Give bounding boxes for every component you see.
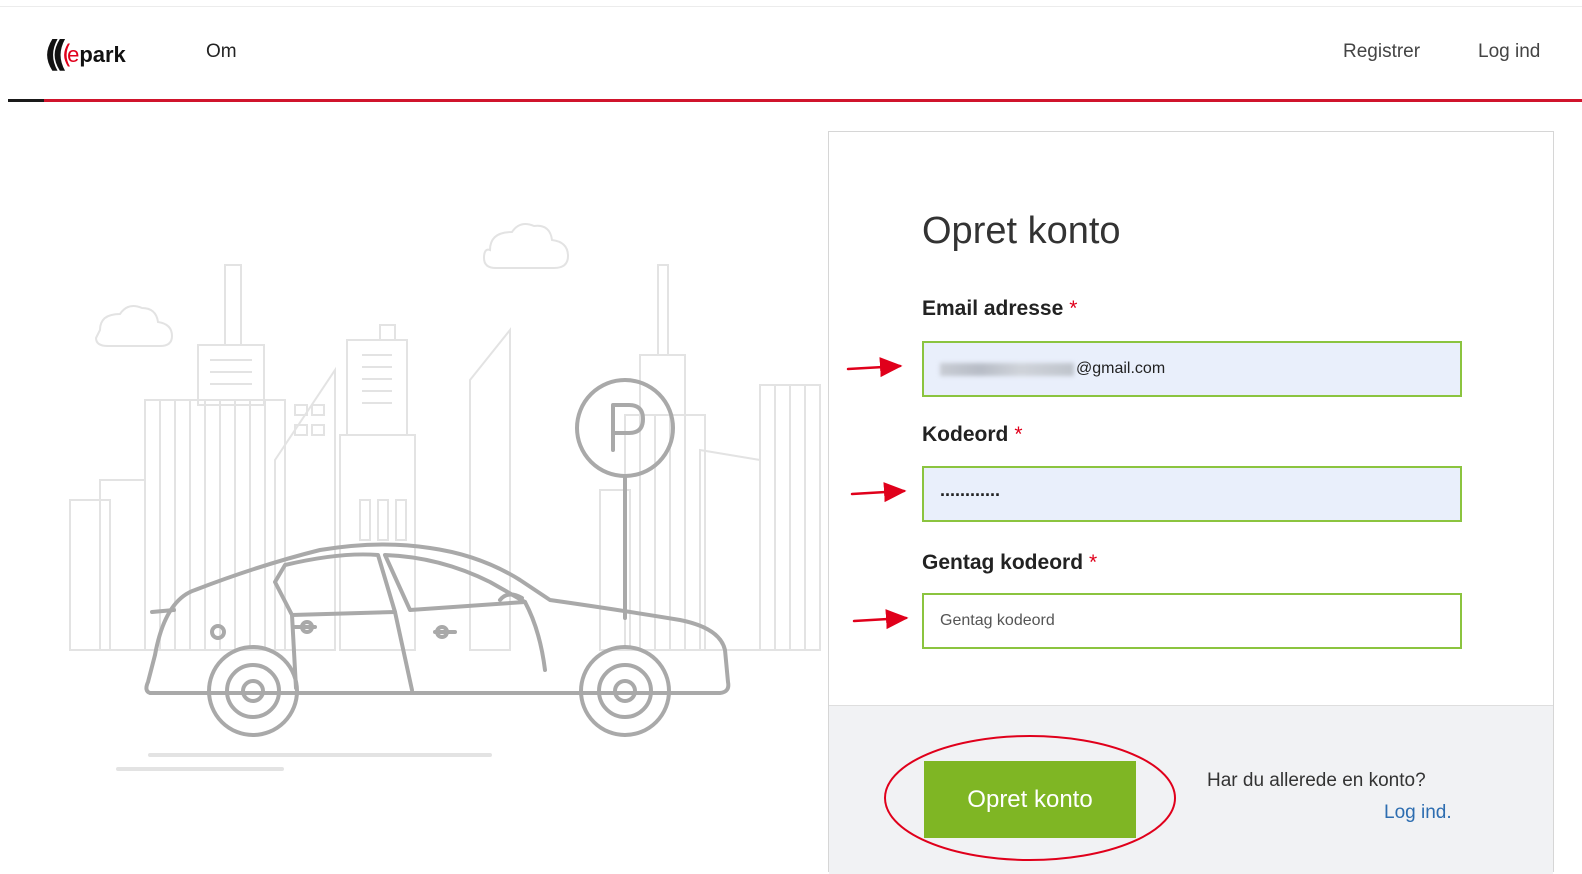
repeat-password-label-text: Gentag kodeord <box>922 551 1084 574</box>
required-mark: * <box>1014 423 1023 446</box>
create-account-button[interactable]: Opret konto <box>924 761 1136 838</box>
form-title: Opret konto <box>922 210 1121 252</box>
epark-logo[interactable]: (((e park <box>44 35 126 75</box>
city-parking-illustration <box>69 223 821 771</box>
footer-login-link[interactable]: Log ind. <box>1384 802 1452 824</box>
card-footer: Opret konto Har du allerede en konto? Lo… <box>829 705 1553 874</box>
logo-park: park <box>79 42 126 67</box>
logo-e: e <box>67 42 80 67</box>
password-value: ............ <box>940 479 1001 500</box>
password-label-text: Kodeord <box>922 423 1009 446</box>
header-rule-red <box>44 99 1582 102</box>
email-field[interactable]: @gmail.com <box>922 341 1462 397</box>
required-mark: * <box>1069 297 1078 320</box>
nav-login-link[interactable]: Log ind <box>1478 41 1540 63</box>
repeat-password-field[interactable]: Gentag kodeord <box>922 593 1462 649</box>
already-account-text: Har du allerede en konto? <box>1207 770 1426 791</box>
email-label: Email adresse * <box>922 297 1077 321</box>
logo-wave-red-icon: ( <box>61 40 74 70</box>
blurred-email-prefix <box>940 362 1074 376</box>
site-header: (((e park Om Registrer Log ind <box>0 7 1582 103</box>
email-value: @gmail.com <box>1076 360 1166 377</box>
repeat-password-label: Gentag kodeord * <box>922 551 1097 575</box>
logo-waves-icon: (( <box>44 34 68 75</box>
repeat-password-placeholder: Gentag kodeord <box>940 612 1055 629</box>
email-label-text: Email adresse <box>922 297 1064 320</box>
signup-card: Opret konto Email adresse * @gmail.com Ko… <box>828 131 1554 874</box>
required-mark: * <box>1089 551 1098 574</box>
password-field[interactable]: ............ <box>922 466 1462 522</box>
password-label: Kodeord * <box>922 423 1023 447</box>
header-rule-dark <box>8 99 44 102</box>
nav-register-link[interactable]: Registrer <box>1343 41 1420 63</box>
nav-om-link[interactable]: Om <box>206 41 237 63</box>
